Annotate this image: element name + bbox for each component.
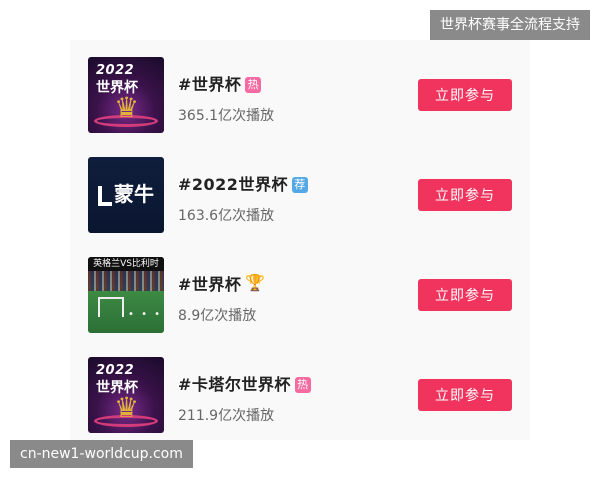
join-button[interactable]: 立即参与: [418, 379, 512, 411]
join-button[interactable]: 立即参与: [418, 179, 512, 211]
topic-row[interactable]: 2022 世界杯 ♛ #世界杯热 365.1亿次播放 立即参与: [88, 57, 528, 137]
view-count: 365.1亿次播放: [178, 108, 275, 124]
topic-title[interactable]: #世界杯 🏆: [178, 271, 266, 295]
thumbnail-year: 2022: [96, 63, 135, 78]
thumbnail-year: 2022: [96, 363, 135, 378]
topic-title-text: #世界杯: [178, 275, 242, 294]
topic-thumbnail: 2022 世界杯 ♛: [88, 57, 164, 133]
watermark: cn-new1-worldcup.com: [10, 440, 193, 468]
topic-title-text: #卡塔尔世界杯: [178, 375, 291, 394]
brand-mark-icon: [98, 185, 112, 206]
goal-icon: [98, 297, 124, 317]
brand-logo: 蒙牛: [94, 179, 158, 209]
topic-title[interactable]: #卡塔尔世界杯热: [178, 371, 311, 395]
trophy-icon: ♛: [114, 91, 140, 124]
topic-title-text: #世界杯: [178, 75, 242, 94]
topic-thumbnail: 蒙牛: [88, 157, 164, 233]
topic-title[interactable]: #2022世界杯荐: [178, 171, 308, 195]
trophy-badge-icon: 🏆: [245, 273, 266, 292]
view-count: 211.9亿次播放: [178, 408, 275, 424]
join-button[interactable]: 立即参与: [418, 279, 512, 311]
topic-title-text: #2022世界杯: [178, 175, 288, 194]
players-icon: • • •: [128, 309, 163, 320]
recommended-badge: 荐: [291, 177, 308, 193]
stadium-crowd: [88, 271, 164, 291]
hot-badge: 热: [245, 77, 262, 93]
join-button[interactable]: 立即参与: [418, 79, 512, 111]
topic-thumbnail: 2022 世界杯 ♛: [88, 357, 164, 433]
trophy-icon: ♛: [114, 391, 140, 424]
hot-badge: 热: [294, 377, 311, 393]
view-count: 8.9亿次播放: [178, 308, 257, 324]
topic-title[interactable]: #世界杯热: [178, 71, 262, 95]
topic-row[interactable]: 2022 世界杯 ♛ #卡塔尔世界杯热 211.9亿次播放 立即参与: [88, 357, 528, 437]
corner-label: 世界杯赛事全流程支持: [430, 10, 590, 40]
topic-row[interactable]: • • • 英格兰VS比利时 #世界杯 🏆 8.9亿次播放 立即参与: [88, 257, 528, 337]
match-banner: 英格兰VS比利时: [88, 257, 164, 271]
brand-name: 蒙牛: [114, 182, 154, 206]
topic-row[interactable]: 蒙牛 #2022世界杯荐 163.6亿次播放 立即参与: [88, 157, 528, 237]
topic-thumbnail: • • • 英格兰VS比利时: [88, 257, 164, 333]
view-count: 163.6亿次播放: [178, 208, 275, 224]
